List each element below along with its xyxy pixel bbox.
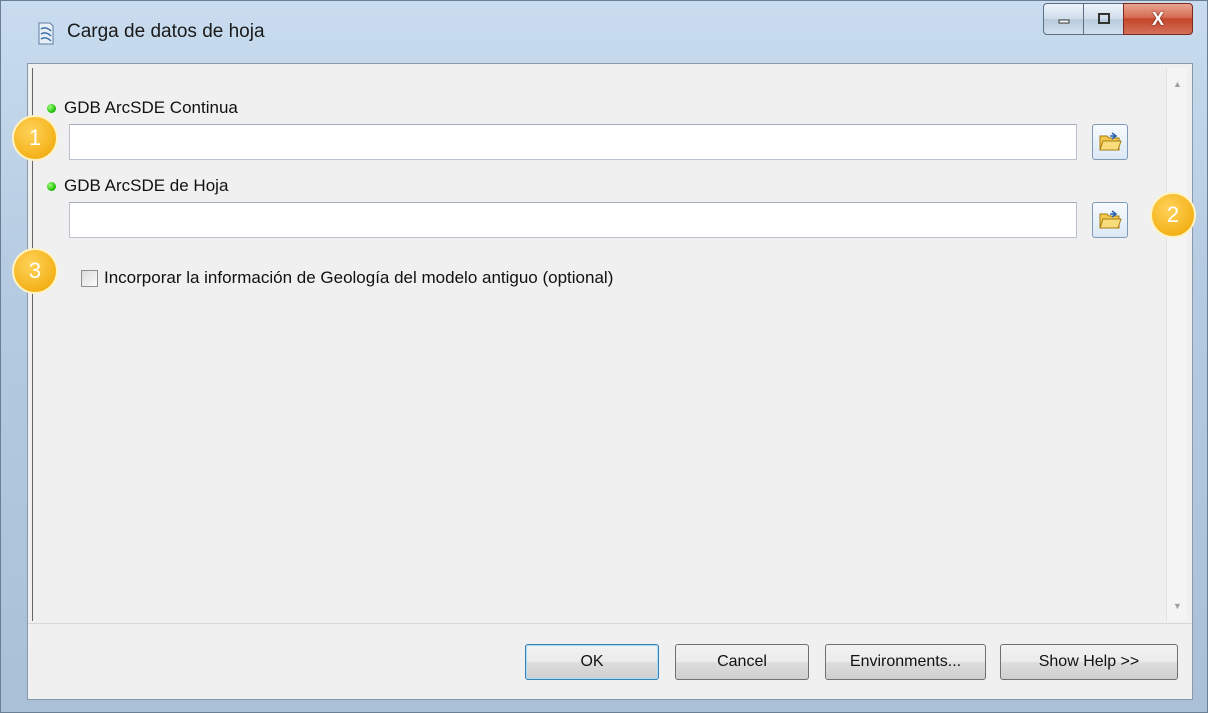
environments-button[interactable]: Environments... bbox=[825, 644, 986, 680]
close-icon: X bbox=[1151, 8, 1164, 29]
gdb-hoja-input[interactable] bbox=[69, 202, 1077, 238]
param-label-continua: GDB ArcSDE Continua bbox=[47, 98, 238, 118]
callout-marker-1: 1 bbox=[12, 115, 58, 161]
required-indicator-icon bbox=[47, 181, 56, 191]
option-label: Incorporar la información de Geología de… bbox=[104, 268, 614, 287]
scroll-down-icon[interactable]: ▼ bbox=[1173, 602, 1182, 611]
ok-button[interactable]: OK bbox=[525, 644, 659, 680]
title-bar[interactable]: Carga de datos de hoja X bbox=[1, 1, 1207, 63]
button-bar: OK Cancel Environments... Show Help >> bbox=[28, 623, 1192, 700]
gdb-continua-input[interactable] bbox=[69, 124, 1077, 160]
required-indicator-icon bbox=[47, 103, 56, 113]
cancel-button[interactable]: Cancel bbox=[675, 644, 809, 680]
close-button[interactable]: X bbox=[1123, 3, 1193, 35]
browse-hoja-button[interactable] bbox=[1092, 202, 1128, 238]
param-label-text: GDB ArcSDE de Hoja bbox=[64, 176, 229, 195]
browse-continua-button[interactable] bbox=[1092, 124, 1128, 160]
window-controls: X bbox=[1043, 3, 1193, 37]
param-label-text: GDB ArcSDE Continua bbox=[64, 98, 238, 117]
incorporar-checkbox[interactable] bbox=[81, 269, 98, 287]
maximize-icon bbox=[1097, 13, 1110, 24]
callout-marker-3: 3 bbox=[12, 248, 58, 294]
param-label-hoja: GDB ArcSDE de Hoja bbox=[47, 176, 228, 196]
dialog-body: GDB ArcSDE Continua GDB ArcSDE de Hoja I… bbox=[27, 63, 1193, 700]
open-folder-icon bbox=[1099, 210, 1122, 229]
window-title: Carga de datos de hoja bbox=[67, 21, 265, 42]
callout-marker-2: 2 bbox=[1150, 192, 1196, 238]
show-help-button[interactable]: Show Help >> bbox=[1000, 644, 1178, 680]
minimize-icon bbox=[1058, 19, 1069, 24]
tool-script-icon bbox=[35, 21, 57, 47]
parameters-panel: GDB ArcSDE Continua GDB ArcSDE de Hoja I… bbox=[32, 68, 1187, 621]
vertical-scrollbar[interactable]: ▲ ▼ bbox=[1166, 68, 1187, 621]
option-row[interactable]: Incorporar la información de Geología de… bbox=[81, 268, 613, 288]
open-folder-icon bbox=[1099, 132, 1122, 151]
scroll-up-icon[interactable]: ▲ bbox=[1173, 80, 1182, 89]
dialog-window: Carga de datos de hoja X GDB ArcSDE Cont… bbox=[0, 0, 1208, 713]
minimize-button[interactable] bbox=[1043, 3, 1083, 35]
maximize-button[interactable] bbox=[1083, 3, 1123, 35]
